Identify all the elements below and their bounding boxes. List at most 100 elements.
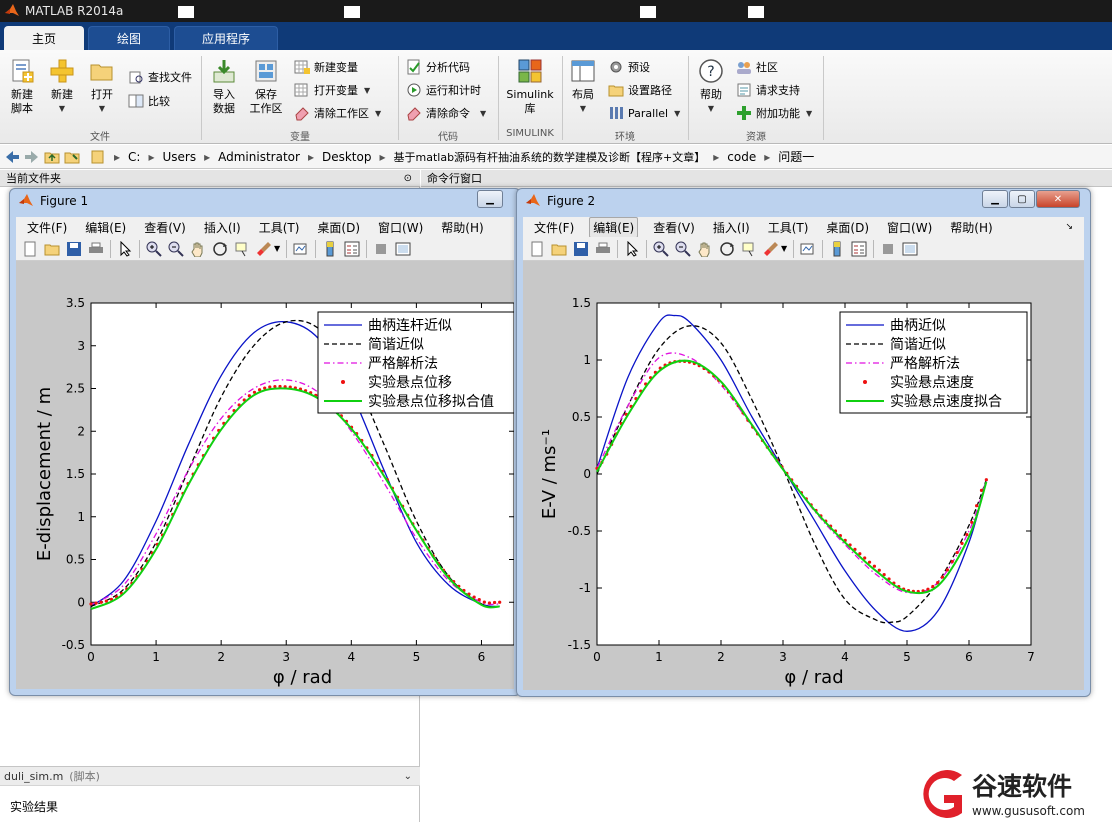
menu-insert[interactable]: 插入(I) [710,218,753,237]
breadcrumb-item[interactable]: Users [162,150,196,164]
rotate-3d-icon[interactable] [212,241,228,257]
zoom-in-icon[interactable] [653,241,669,257]
open-file-icon[interactable] [44,241,60,257]
figure1-titlebar[interactable]: Figure 1 [18,193,88,209]
tab-apps[interactable]: 应用程序 [174,26,278,50]
menu-view[interactable]: 查看(V) [141,218,189,237]
breadcrumb-item[interactable]: C: [128,150,140,164]
show-tools-icon[interactable] [395,241,411,257]
find-files-button[interactable]: 查找文件 [128,68,192,86]
menu-edit[interactable]: 编辑(E) [82,218,129,237]
breadcrumb-item[interactable]: code [727,150,756,164]
save-icon[interactable] [66,241,82,257]
clear-commands-button[interactable]: 清除命令 ▼ [406,104,486,122]
pan-hand-icon[interactable] [190,241,206,257]
new-script-button[interactable]: 新建 脚本 [6,58,38,116]
menu-tools[interactable]: 工具(T) [765,218,812,237]
current-folder-header[interactable]: 当前文件夹 ⊙ [0,170,420,187]
request-support-button[interactable]: 请求支持 [736,81,800,99]
preferences-button[interactable]: 预设 [608,58,650,76]
clear-workspace-button[interactable]: 清除工作区 ▼ [294,104,381,122]
open-variable-button[interactable]: 打开变量 ▼ [294,81,370,99]
open-file-icon[interactable] [551,241,567,257]
set-path-button[interactable]: 设置路径 [608,81,672,99]
pan-hand-icon[interactable] [697,241,713,257]
data-cursor-icon[interactable] [234,241,250,257]
dropdown-arrow-icon[interactable]: ▼ [781,244,787,253]
menu-help[interactable]: 帮助(H) [947,218,995,237]
details-header[interactable]: duli_sim.m (脚本) ⌄ [0,766,420,786]
new-figure-icon[interactable] [22,241,38,257]
legend-icon[interactable] [344,241,360,257]
compare-button[interactable]: 比较 [128,92,170,110]
analyze-code-button[interactable]: 分析代码 [406,58,470,76]
print-icon[interactable] [595,241,611,257]
command-window-header[interactable]: 命令行窗口 [421,170,1112,187]
menu-desktop[interactable]: 桌面(D) [314,218,363,237]
figure2-canvas[interactable]: 0 1 2 3 4 5 6 7 -1.5 -1 -0.5 0 0.5 1 1.5 φ / rad E-V / m… [523,261,1084,690]
addons-button[interactable]: 附加功能 ▼ [736,104,812,122]
show-tools-icon[interactable] [902,241,918,257]
parallel-button[interactable]: Parallel ▼ [608,104,680,122]
pointer-icon[interactable] [624,240,640,257]
simulink-library-button[interactable]: Simulink 库 [504,58,556,116]
dropdown-arrow-icon[interactable]: ▼ [274,244,280,253]
panel-menu-icon[interactable]: ⊙ [404,173,412,184]
dock-arrow-icon[interactable]: ↘ [1062,221,1076,233]
legend-icon[interactable] [851,241,867,257]
print-icon[interactable] [88,241,104,257]
save-icon[interactable] [573,241,589,257]
layout-button[interactable]: 布局 ▼ [568,58,598,116]
breadcrumb-item[interactable]: 基于matlab源码有杆抽油系统的数学建模及诊断【程序+文章】 [394,149,706,165]
rotate-3d-icon[interactable] [719,241,735,257]
maximize-button[interactable]: ▢ [1009,190,1035,208]
breadcrumb-item[interactable]: Desktop [322,150,372,164]
brush-icon[interactable] [256,241,272,257]
link-plot-icon[interactable] [800,241,816,257]
figure2-window[interactable]: Figure 2 ▁ ▢ ✕ 文件(F) 编辑(E) 查看(V) 插入(I) 工… [516,188,1091,697]
community-button[interactable]: 社区 [736,58,778,76]
menu-edit[interactable]: 编辑(E) [589,216,639,238]
zoom-in-icon[interactable] [146,241,162,257]
menu-desktop[interactable]: 桌面(D) [823,218,872,237]
hide-tools-icon[interactable] [373,241,389,257]
import-data-button[interactable]: 导入 数据 [208,58,240,116]
menu-view[interactable]: 查看(V) [650,218,698,237]
menu-file[interactable]: 文件(F) [24,218,70,237]
forward-icon[interactable] [24,149,40,165]
save-workspace-button[interactable]: 保存 工作区 [248,58,284,116]
menu-file[interactable]: 文件(F) [531,218,577,237]
new-button[interactable]: 新建 ▼ [46,58,78,116]
tab-home[interactable]: 主页 [4,26,84,50]
menu-tools[interactable]: 工具(T) [256,218,303,237]
minimize-button[interactable]: ▁ [477,190,503,208]
new-variable-button[interactable]: 新建变量 [294,58,358,76]
menu-insert[interactable]: 插入(I) [201,218,244,237]
figure1-canvas[interactable]: 0 1 2 3 4 5 6 -0.5 0 0.5 1 1.5 2 2.5 3 3.5 φ / rad E-disp… [16,261,515,689]
brush-icon[interactable] [763,241,779,257]
colorbar-icon[interactable] [829,241,845,257]
colorbar-icon[interactable] [322,241,338,257]
tab-plots[interactable]: 绘图 [88,26,170,50]
minimize-button[interactable]: ▁ [982,190,1008,208]
chevron-down-icon[interactable]: ⌄ [404,771,412,782]
open-button[interactable]: 打开 ▼ [86,58,118,116]
breadcrumb-item[interactable]: 问题一 [778,148,814,165]
browse-folder-icon[interactable] [64,149,80,165]
zoom-out-icon[interactable] [168,241,184,257]
run-and-time-button[interactable]: 运行和计时 [406,81,481,99]
breadcrumb-item[interactable]: Administrator [218,150,300,164]
data-cursor-icon[interactable] [741,241,757,257]
new-figure-icon[interactable] [529,241,545,257]
pointer-icon[interactable] [117,240,133,257]
close-button[interactable]: ✕ [1036,190,1080,208]
up-folder-icon[interactable] [44,149,60,165]
menu-help[interactable]: 帮助(H) [438,218,486,237]
menu-window[interactable]: 窗口(W) [375,218,426,237]
help-button[interactable]: ? 帮助 ▼ [696,58,726,116]
hide-tools-icon[interactable] [880,241,896,257]
figure1-window[interactable]: Figure 1 ▁ 文件(F) 编辑(E) 查看(V) 插入(I) 工具(T)… [9,188,521,696]
figure2-titlebar[interactable]: Figure 2 [525,193,595,209]
back-icon[interactable] [4,149,20,165]
menu-window[interactable]: 窗口(W) [884,218,935,237]
